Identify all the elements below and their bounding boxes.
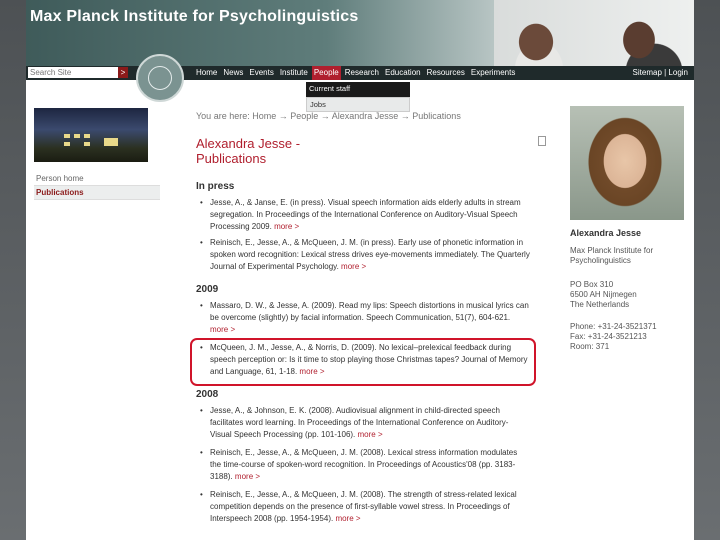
person-contact: Phone: +31-24-3521371 Fax: +31-24-352121… bbox=[570, 322, 657, 352]
nav-item-people[interactable]: People bbox=[311, 66, 341, 80]
phone-value: +31-24-3521371 bbox=[597, 322, 657, 331]
room-label: Room: bbox=[570, 342, 594, 351]
org-line: Psycholinguistics bbox=[570, 256, 631, 265]
print-icon[interactable] bbox=[538, 136, 546, 146]
nav-items: Home News Events Institute People Resear… bbox=[194, 66, 519, 80]
publication-text: Reinisch, E., Jesse, A., & McQueen, J. M… bbox=[210, 238, 530, 271]
person-address: PO Box 310 6500 AH Nijmegen The Netherla… bbox=[570, 280, 637, 310]
publication-item: • Reinisch, E., Jesse, A., & McQueen, J.… bbox=[200, 490, 517, 523]
page-title: Alexandra Jesse - Publications bbox=[196, 136, 300, 166]
address-line: PO Box 310 bbox=[570, 280, 614, 289]
publication-text: Reinisch, E., Jesse, A., & McQueen, J. M… bbox=[210, 490, 517, 523]
left-column: Person home Publications bbox=[26, 80, 160, 540]
search-button[interactable]: > bbox=[118, 67, 128, 78]
institute-logo[interactable] bbox=[136, 54, 184, 102]
section-heading-2009: 2009 bbox=[196, 284, 219, 295]
building-image bbox=[34, 108, 148, 162]
nav-item-research[interactable]: Research bbox=[343, 66, 381, 80]
publication-text: Jesse, A., & Janse, E. (in press). Visua… bbox=[210, 198, 521, 231]
nav-item-institute[interactable]: Institute bbox=[278, 66, 310, 80]
room-value: 371 bbox=[595, 342, 610, 351]
nav-item-resources[interactable]: Resources bbox=[425, 66, 467, 80]
page-title-line2: Publications bbox=[196, 151, 267, 166]
section-heading-in-press: In press bbox=[196, 181, 235, 192]
section-heading-2008: 2008 bbox=[196, 389, 219, 400]
fax-label: Fax: bbox=[570, 332, 586, 341]
nav-item-home[interactable]: Home bbox=[194, 66, 219, 80]
left-menu-publications[interactable]: Publications bbox=[34, 186, 160, 200]
sitemap-login-links[interactable]: Sitemap | Login bbox=[633, 66, 688, 80]
dropdown-current-staff[interactable]: Current staff bbox=[306, 82, 410, 97]
more-link[interactable]: more > bbox=[341, 262, 366, 271]
people-dropdown: Current staff Jobs bbox=[306, 82, 410, 112]
header-photo bbox=[494, 0, 694, 66]
site-title[interactable]: Max Planck Institute for Psycholinguisti… bbox=[30, 8, 358, 26]
site-header: Max Planck Institute for Psycholinguisti… bbox=[26, 0, 694, 66]
window-frame-left bbox=[0, 0, 26, 540]
fax-value: +31-24-3521213 bbox=[587, 332, 647, 341]
more-link[interactable]: more > bbox=[210, 325, 235, 334]
person-name: Alexandra Jesse bbox=[570, 228, 642, 238]
nav-item-education[interactable]: Education bbox=[383, 66, 423, 80]
publication-item: • Jesse, A., & Janse, E. (in press). Vis… bbox=[200, 198, 521, 231]
left-menu: Person home Publications bbox=[34, 172, 160, 200]
publication-item: • Jesse, A., & Johnson, E. K. (2008). Au… bbox=[200, 406, 509, 439]
publication-item: • Reinisch, E., Jesse, A., & McQueen, J.… bbox=[200, 448, 518, 481]
org-line: Max Planck Institute for bbox=[570, 246, 654, 255]
more-link[interactable]: more > bbox=[335, 514, 360, 523]
publication-item: • Reinisch, E., Jesse, A., & McQueen, J.… bbox=[200, 238, 530, 271]
page-title-line1: Alexandra Jesse - bbox=[196, 136, 301, 151]
phone-label: Phone: bbox=[570, 322, 596, 331]
breadcrumb[interactable]: You are here: Home → People → Alexandra … bbox=[196, 111, 461, 121]
search-input[interactable] bbox=[28, 67, 120, 78]
window-frame-right bbox=[694, 0, 720, 540]
publication-item: • Massaro, D. W., & Jesse, A. (2009). Re… bbox=[200, 301, 529, 334]
more-link[interactable]: more > bbox=[274, 222, 299, 231]
main-navbar: > Home News Events Institute People Rese… bbox=[26, 66, 694, 80]
address-line: 6500 AH Nijmegen bbox=[570, 290, 637, 299]
nav-item-experiments[interactable]: Experiments bbox=[469, 66, 517, 80]
publication-text: Massaro, D. W., & Jesse, A. (2009). Read… bbox=[210, 301, 529, 322]
dropdown-jobs[interactable]: Jobs bbox=[306, 97, 410, 112]
nav-item-news[interactable]: News bbox=[221, 66, 245, 80]
more-link[interactable]: more > bbox=[358, 430, 383, 439]
person-portrait bbox=[570, 106, 684, 220]
left-menu-person-home[interactable]: Person home bbox=[34, 172, 160, 186]
address-line: The Netherlands bbox=[570, 300, 630, 309]
nav-item-events[interactable]: Events bbox=[247, 66, 275, 80]
person-org: Max Planck Institute for Psycholinguisti… bbox=[570, 246, 653, 266]
highlight-annotation bbox=[190, 338, 536, 386]
more-link[interactable]: more > bbox=[235, 472, 260, 481]
